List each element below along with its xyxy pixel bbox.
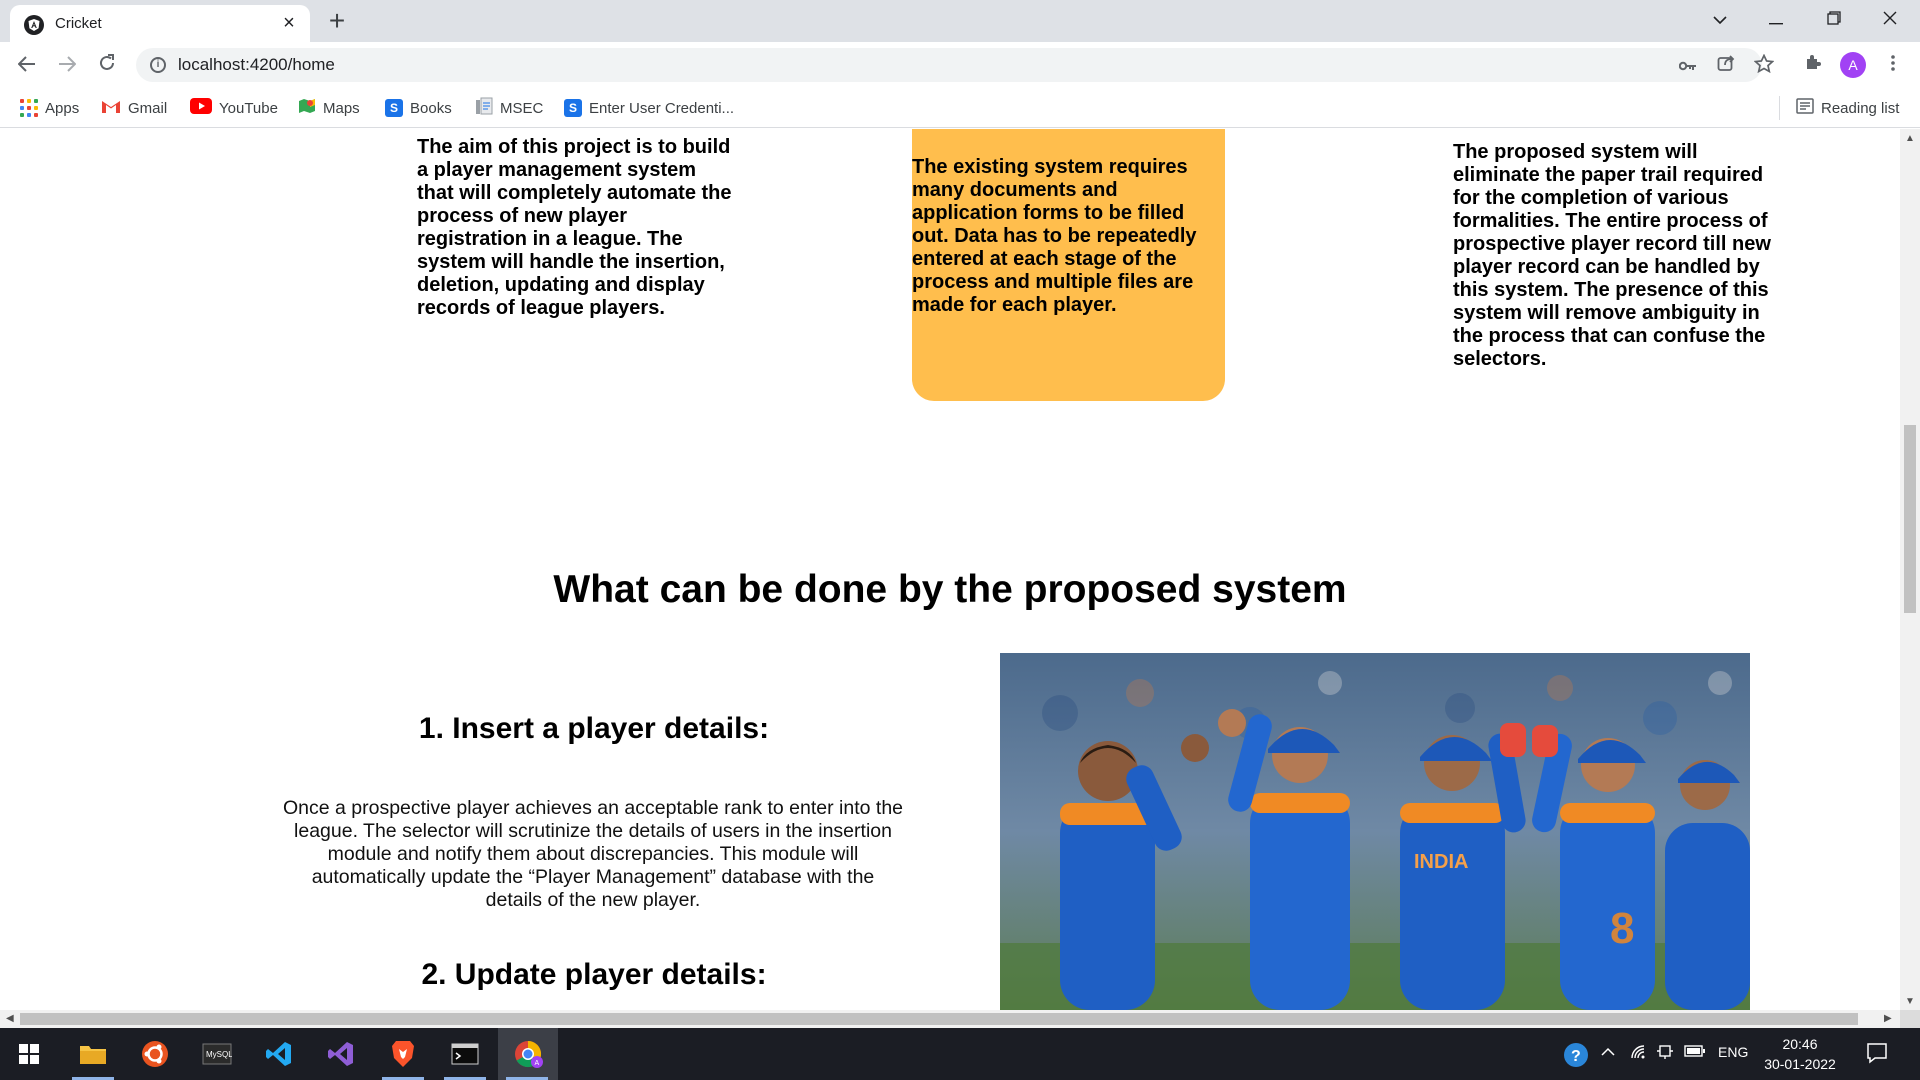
scroll-right-arrow-icon[interactable]: ▶ bbox=[1884, 1013, 1892, 1024]
terminal-icon bbox=[451, 1043, 479, 1065]
books-icon: S bbox=[385, 99, 403, 117]
gmail-icon bbox=[101, 98, 121, 118]
mysql-button[interactable]: MySQL bbox=[188, 1028, 246, 1080]
bookmark-msec[interactable]: MSEC bbox=[475, 97, 543, 119]
battery-icon[interactable] bbox=[1684, 1044, 1706, 1062]
browser-tab-cricket[interactable]: Cricket × bbox=[10, 5, 310, 42]
bookmarks-divider bbox=[1779, 96, 1780, 120]
reload-button[interactable] bbox=[92, 50, 122, 80]
reading-list-button[interactable]: Reading list bbox=[1796, 98, 1899, 118]
back-button[interactable] bbox=[12, 50, 42, 80]
existing-system-text: The existing system requires many docume… bbox=[912, 156, 1197, 316]
close-tab-icon[interactable]: × bbox=[278, 12, 300, 34]
bookmark-star-icon[interactable] bbox=[1752, 53, 1776, 76]
feature-insert-description: Once a prospective player achieves an ac… bbox=[282, 797, 904, 911]
svg-text:?: ? bbox=[1571, 1048, 1581, 1065]
horizontal-scroll-thumb[interactable] bbox=[20, 1013, 1858, 1025]
svg-text:MySQL: MySQL bbox=[206, 1050, 232, 1059]
windows-taskbar: MySQL A ? ENG 20:46 30-01-2022 bbox=[0, 1028, 1920, 1080]
msec-icon bbox=[475, 97, 493, 119]
bookmark-youtube[interactable]: YouTube bbox=[190, 98, 278, 118]
feature-insert-title: 1. Insert a player details: bbox=[418, 712, 770, 745]
reading-list-icon bbox=[1796, 98, 1814, 118]
close-window-button[interactable] bbox=[1862, 0, 1918, 38]
objective-text: The aim of this project is to build a pl… bbox=[417, 136, 732, 319]
bookmark-enter-user-credentials[interactable]: S Enter User Credenti... bbox=[564, 98, 734, 118]
help-icon[interactable]: ? bbox=[1562, 1041, 1590, 1073]
angular-icon bbox=[24, 15, 44, 35]
tab-strip: Cricket × + bbox=[0, 0, 1920, 42]
brave-icon bbox=[392, 1041, 414, 1067]
clock-date: 30-01-2022 bbox=[1764, 1056, 1836, 1072]
scroll-up-arrow-icon[interactable]: ▲ bbox=[1905, 133, 1915, 144]
vertical-scrollbar[interactable]: ▲ ▼ bbox=[1900, 129, 1920, 1010]
tab-search-icon[interactable] bbox=[1692, 0, 1748, 38]
windows-logo-icon bbox=[19, 1044, 39, 1064]
existing-system-card: ⁠ The existing system requires many docu… bbox=[912, 129, 1225, 401]
scroll-down-arrow-icon[interactable]: ▼ bbox=[1905, 996, 1915, 1007]
browser-toolbar: i localhost:4200/home A bbox=[0, 42, 1920, 88]
clock-time: 20:46 bbox=[1782, 1036, 1818, 1052]
start-button[interactable] bbox=[0, 1028, 58, 1080]
address-bar[interactable]: i localhost:4200/home bbox=[136, 48, 1775, 82]
apps-grid-icon bbox=[20, 99, 38, 117]
system-clock[interactable]: 20:46 30-01-2022 bbox=[1760, 1034, 1840, 1074]
vscode-icon bbox=[266, 1042, 291, 1066]
vscode-button[interactable] bbox=[250, 1028, 308, 1080]
notifications-icon[interactable] bbox=[1866, 1042, 1888, 1068]
bookmark-apps[interactable]: Apps bbox=[20, 98, 79, 118]
extensions-icon[interactable] bbox=[1800, 52, 1826, 78]
wifi-icon[interactable] bbox=[1630, 1044, 1648, 1064]
minimize-button[interactable] bbox=[1748, 0, 1804, 38]
tab-title: Cricket bbox=[55, 15, 102, 32]
jersey-text: INDIA bbox=[1414, 851, 1468, 873]
proposed-system-text: The proposed system will eliminate the p… bbox=[1453, 141, 1771, 370]
terminal-button[interactable] bbox=[436, 1028, 494, 1080]
profile-avatar[interactable]: A bbox=[1840, 52, 1866, 78]
feature-update-title: 2. Update player details: bbox=[421, 958, 767, 991]
key-icon[interactable] bbox=[1676, 54, 1700, 76]
url-text: localhost:4200/home bbox=[178, 55, 335, 74]
site-info-icon[interactable]: i bbox=[150, 57, 166, 73]
vertical-scroll-thumb[interactable] bbox=[1904, 425, 1916, 613]
new-tab-button[interactable]: + bbox=[322, 7, 352, 37]
show-hidden-icons-icon[interactable] bbox=[1600, 1044, 1616, 1064]
ubuntu-button[interactable] bbox=[126, 1028, 184, 1080]
brave-browser-button[interactable] bbox=[374, 1028, 432, 1080]
visual-studio-button[interactable] bbox=[312, 1028, 370, 1080]
maps-icon bbox=[298, 97, 316, 119]
svg-text:8: 8 bbox=[1610, 904, 1634, 953]
folder-icon bbox=[80, 1046, 106, 1064]
bookmark-books[interactable]: S Books bbox=[385, 98, 452, 118]
ubuntu-icon bbox=[142, 1041, 168, 1067]
horizontal-scrollbar[interactable]: ◀ ▶ bbox=[0, 1010, 1900, 1028]
display-icon[interactable] bbox=[1656, 1044, 1674, 1064]
forward-button[interactable] bbox=[52, 50, 82, 80]
bookmark-gmail[interactable]: Gmail bbox=[101, 98, 167, 118]
svg-text:A: A bbox=[535, 1060, 540, 1067]
chrome-menu-icon[interactable] bbox=[1880, 52, 1906, 78]
visual-studio-icon bbox=[328, 1042, 353, 1066]
credentials-icon: S bbox=[564, 99, 582, 117]
scrollbar-corner bbox=[1900, 1010, 1920, 1028]
file-explorer-button[interactable] bbox=[64, 1028, 122, 1080]
mysql-icon: MySQL bbox=[202, 1043, 232, 1065]
page-viewport: The aim of this project is to build a pl… bbox=[0, 129, 1900, 1010]
cricket-team-photo: INDIA 8 bbox=[1000, 653, 1750, 1010]
restore-button[interactable] bbox=[1806, 0, 1862, 38]
cricket-team-illustration: INDIA 8 bbox=[1000, 653, 1750, 1010]
chrome-icon: A bbox=[515, 1040, 543, 1068]
section-title: What can be done by the proposed system bbox=[553, 568, 1347, 611]
share-icon[interactable] bbox=[1714, 54, 1738, 76]
bookmark-maps[interactable]: Maps bbox=[298, 98, 360, 118]
youtube-icon bbox=[190, 98, 212, 118]
language-indicator[interactable]: ENG bbox=[1718, 1044, 1748, 1060]
bookmarks-bar: Apps Gmail YouTube Maps S Books MSEC S E… bbox=[0, 88, 1920, 128]
chrome-taskbar-button[interactable]: A bbox=[498, 1028, 558, 1080]
scroll-left-arrow-icon[interactable]: ◀ bbox=[6, 1013, 14, 1024]
